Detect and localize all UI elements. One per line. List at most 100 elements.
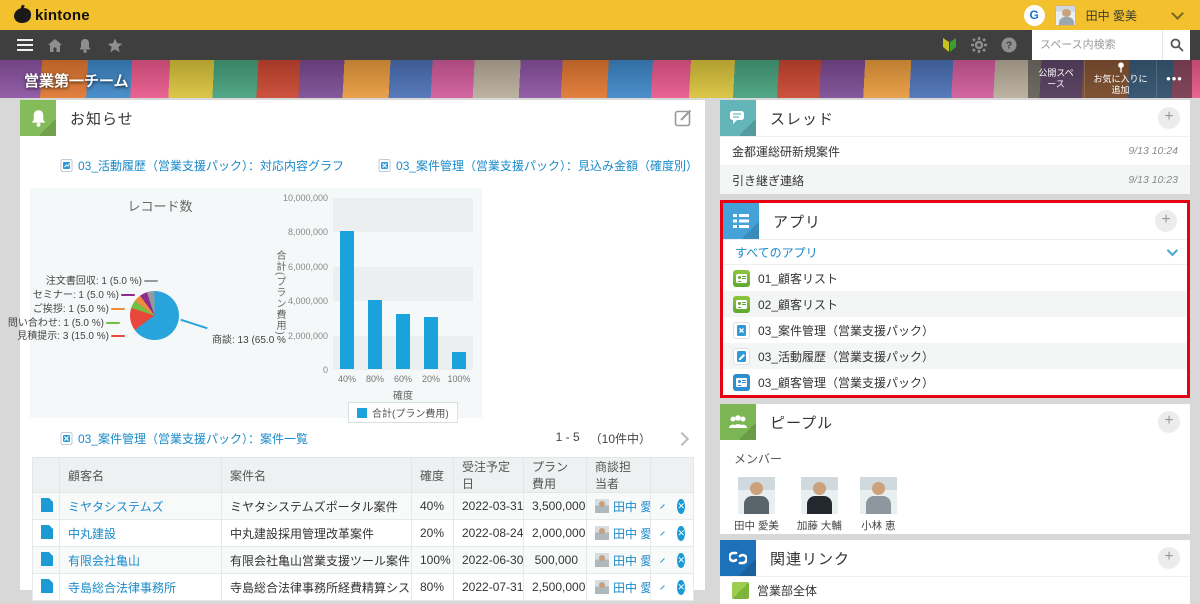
global-toolbar: ? <box>0 30 1200 60</box>
delete-x-icon[interactable]: ✕ <box>677 499 685 514</box>
apps-list-icon <box>723 203 759 239</box>
app-item-customer-list-01[interactable]: 01_顧客リスト <box>723 265 1187 291</box>
threads-panel: スレッド + 金都運総研新規案件 9/13 10:24 引き継ぎ連絡 9/13 … <box>720 100 1190 194</box>
notifications-bell-icon[interactable] <box>70 30 100 60</box>
favorites-star-icon[interactable] <box>100 30 130 60</box>
search-button[interactable] <box>1162 30 1190 60</box>
customer-link[interactable]: 中丸建設 <box>68 527 116 541</box>
apps-filter-dropdown[interactable]: すべてのアプリ <box>723 239 1187 265</box>
leader-line <box>111 308 125 310</box>
pagination-total: （10件中） <box>590 430 651 447</box>
pie-label-order-doc: 注文書回収: 1 (5.0 %) <box>46 272 160 287</box>
google-workspace-badge[interactable]: G <box>1024 5 1045 26</box>
records-list-row: 03_案件管理（営業支援パック）：案件一覧 1 - 5 （10件中） <box>20 418 705 455</box>
activity-graph-link[interactable]: 03_活動履歴（営業支援パック）：対応内容グラフ <box>60 157 344 174</box>
add-people-button[interactable]: + <box>1158 411 1180 433</box>
related-links-title: 関連リンク <box>770 548 850 569</box>
announcement-panel: お知らせ 03_活動履歴（営業支援パック）：対応内容グラフ 03_案件管理（営業… <box>20 100 705 590</box>
edit-pencil-icon[interactable] <box>659 580 665 594</box>
owner-link[interactable]: 田中 愛美 <box>595 498 642 515</box>
edit-pencil-icon[interactable] <box>659 499 665 513</box>
space-title: 営業第一チーム <box>24 70 129 91</box>
bar[interactable] <box>368 300 382 369</box>
delete-x-icon[interactable]: ✕ <box>677 580 685 595</box>
thread-item[interactable]: 金都運総研新規案件 9/13 10:24 <box>720 136 1190 165</box>
add-link-button[interactable]: + <box>1158 547 1180 569</box>
edit-pencil-icon[interactable] <box>659 553 665 567</box>
owner-link[interactable]: 田中 愛美 <box>595 552 642 569</box>
table-row[interactable]: ミヤタシステムズ ミヤタシステムズポータル案件 40% 2022-03-31 3… <box>33 493 694 520</box>
add-to-favorites-button[interactable]: お気に入りに追加 <box>1084 60 1156 98</box>
case-list-link[interactable]: 03_案件管理（営業支援パック）：案件一覧 <box>60 430 308 447</box>
help-icon[interactable]: ? <box>994 30 1024 60</box>
members-label: メンバー <box>734 450 1176 467</box>
customer-link[interactable]: 寺島総合法律事務所 <box>68 581 176 595</box>
add-app-button[interactable]: + <box>1155 210 1177 232</box>
member-kato[interactable]: 加藤 大輔 <box>797 477 842 533</box>
bar[interactable] <box>452 352 466 369</box>
app-item-customer-management[interactable]: 03_顧客管理（営業支援パック） <box>723 369 1187 395</box>
member-kobayashi[interactable]: 小林 恵 <box>860 477 897 533</box>
x-tick-label: 100% <box>445 374 473 384</box>
record-doc-icon[interactable] <box>41 498 53 512</box>
member-tanaka[interactable]: 田中 愛美 <box>734 477 779 533</box>
space-search-input[interactable] <box>1032 30 1162 60</box>
thread-item[interactable]: 引き継ぎ連絡 9/13 10:23 <box>720 165 1190 194</box>
kintone-logo[interactable]: kintone <box>14 7 90 24</box>
add-to-favorites-label: お気に入りに追加 <box>1093 74 1148 97</box>
bar[interactable] <box>396 314 410 369</box>
home-icon[interactable] <box>40 30 70 60</box>
app-item-activity-history[interactable]: 03_活動履歴（営業支援パック） <box>723 343 1187 369</box>
customer-link[interactable]: 有限会社亀山 <box>68 554 140 568</box>
record-doc-icon[interactable] <box>41 579 53 593</box>
kintone-logo-text: kintone <box>35 7 90 24</box>
y-tick-label: 2,000,000 <box>288 331 328 341</box>
edit-pencil-icon[interactable] <box>659 526 665 540</box>
announcement-header: お知らせ <box>20 100 705 136</box>
bar-y-ticks: 10,000,0008,000,0006,000,0004,000,0002,0… <box>282 188 328 418</box>
user-name[interactable]: 田中 愛美 <box>1086 7 1137 24</box>
menu-icon[interactable] <box>10 30 40 60</box>
next-page-chevron-icon[interactable] <box>675 431 689 445</box>
leader-line <box>106 322 120 324</box>
edit-announcement-icon[interactable] <box>674 108 693 132</box>
leader-line <box>121 294 135 296</box>
svg-text:?: ? <box>1006 41 1012 52</box>
add-thread-button[interactable]: + <box>1158 107 1180 129</box>
beginner-guide-icon[interactable] <box>934 30 964 60</box>
pie-chart[interactable] <box>130 291 179 340</box>
case-management-app-icon <box>733 322 750 339</box>
owner-link[interactable]: 田中 愛美 <box>595 579 642 596</box>
bar[interactable] <box>424 317 438 369</box>
expected-amount-link[interactable]: 03_案件管理（営業支援パック）：見込み金額（確度別） <box>378 157 698 174</box>
table-row[interactable]: 寺島総合法律事務所 寺島総合法律事務所経費精算システム案件 80% 2022-0… <box>33 574 694 601</box>
y-tick-label: 8,000,000 <box>288 227 328 237</box>
x-tick-label: 20% <box>417 374 445 384</box>
app-item-case-management[interactable]: 03_案件管理（営業支援パック） <box>723 317 1187 343</box>
more-options-button[interactable]: ••• <box>1156 60 1192 98</box>
bar[interactable] <box>340 231 354 369</box>
app-item-customer-list-02[interactable]: 02_顧客リスト <box>723 291 1187 317</box>
user-avatar[interactable] <box>1055 5 1076 26</box>
table-row[interactable]: 有限会社亀山 有限会社亀山営業支援ツール案件 100% 2022-06-30 5… <box>33 547 694 574</box>
threads-header: スレッド + <box>720 100 1190 136</box>
user-menu-chevron-icon[interactable] <box>1171 7 1184 20</box>
settings-gear-icon[interactable] <box>964 30 994 60</box>
customer-link[interactable]: ミヤタシステムズ <box>68 500 164 514</box>
record-doc-icon[interactable] <box>41 552 53 566</box>
thread-timestamp: 9/13 10:23 <box>1128 174 1178 186</box>
thread-timestamp: 9/13 10:24 <box>1128 145 1178 157</box>
pagination: 1 - 5 （10件中） <box>556 430 651 447</box>
apps-panel: アプリ + すべてのアプリ 01_顧客リスト 02_顧客リスト 03 <box>723 203 1187 395</box>
record-doc-icon[interactable] <box>41 525 53 539</box>
table-row[interactable]: 中丸建設 中丸建設採用管理改革案件 20% 2022-08-24 2,000,0… <box>33 520 694 547</box>
related-link-item[interactable]: 営業部全体 <box>720 576 1190 604</box>
bar-chart-legend: 合計(プラン費用) <box>348 402 458 423</box>
owner-link[interactable]: 田中 愛美 <box>595 525 642 542</box>
x-tick-label: 60% <box>389 374 417 384</box>
delete-x-icon[interactable]: ✕ <box>677 553 685 568</box>
kintone-logo-icon <box>14 8 31 23</box>
people-icon <box>720 404 756 440</box>
delete-x-icon[interactable]: ✕ <box>677 526 685 541</box>
bar-chart-plot[interactable] <box>333 198 473 370</box>
